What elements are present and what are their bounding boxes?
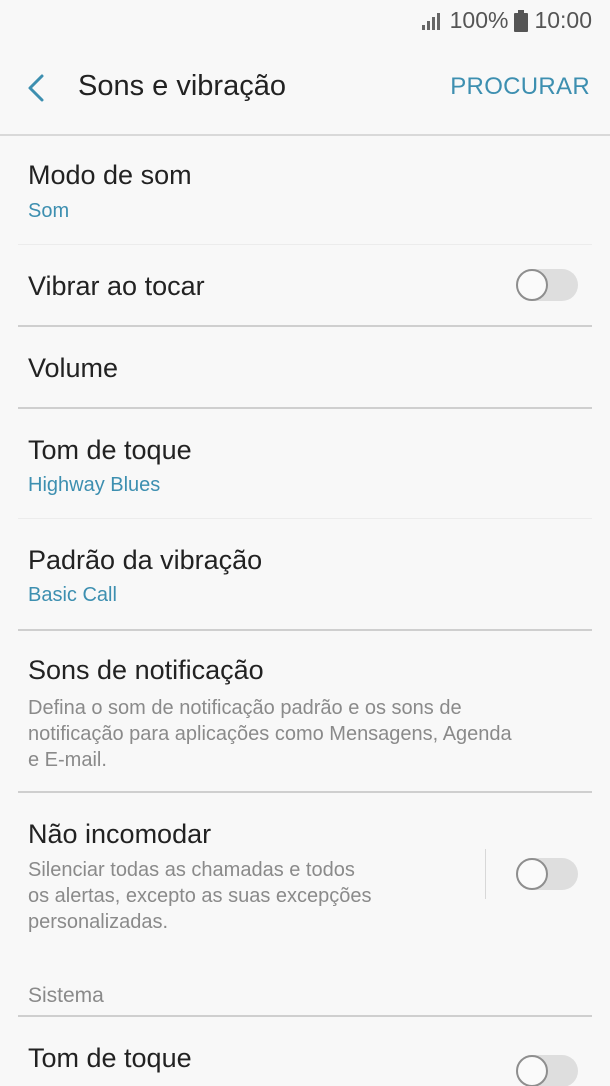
app-bar: Sons e vibração PROCURAR: [0, 40, 610, 136]
setting-title: Não incomodar: [28, 819, 212, 849]
setting-system-ringtone[interactable]: Tom de toque: [0, 1017, 610, 1086]
toggle-knob: [516, 269, 548, 301]
toggle-knob: [516, 858, 548, 890]
setting-notification-sounds[interactable]: Sons de notificação Defina o som de noti…: [0, 631, 610, 791]
setting-do-not-disturb[interactable]: Não incomodar Silenciar todas as chamada…: [0, 793, 610, 943]
status-bar: 100% 10:00: [0, 0, 610, 40]
setting-value: Som: [28, 200, 70, 222]
setting-description-line: Defina o som de notificação padrão e os …: [28, 697, 462, 719]
do-not-disturb-toggle[interactable]: [516, 858, 578, 890]
battery-icon: [514, 9, 529, 32]
setting-description-line: e E-mail.: [28, 749, 107, 771]
setting-title: Tom de toque: [28, 1043, 192, 1073]
search-button[interactable]: PROCURAR: [450, 73, 590, 101]
battery-percent: 100%: [449, 7, 509, 33]
section-header-system: Sistema: [28, 984, 104, 1007]
system-ringtone-toggle[interactable]: [516, 1055, 578, 1086]
setting-description-line: Silenciar todas as chamadas e todos: [28, 859, 355, 881]
setting-sound-mode[interactable]: Modo de som Som: [0, 136, 610, 244]
setting-description-line: os alertas, excepto as suas excepções: [28, 885, 372, 907]
setting-vibrate-on-ring[interactable]: Vibrar ao tocar: [0, 245, 610, 325]
setting-title: Sons de notificação: [28, 655, 264, 685]
vertical-separator: [485, 849, 486, 899]
page-title: Sons e vibração: [78, 70, 286, 102]
back-button[interactable]: [22, 70, 54, 106]
setting-title: Modo de som: [28, 160, 192, 190]
setting-title: Vibrar ao tocar: [28, 271, 205, 301]
setting-vibration-pattern[interactable]: Padrão da vibração Basic Call: [0, 519, 610, 629]
setting-title: Tom de toque: [28, 435, 192, 465]
setting-value: Basic Call: [28, 584, 117, 606]
setting-description-line: notificação para aplicações como Mensage…: [28, 723, 512, 745]
setting-volume[interactable]: Volume: [0, 327, 610, 407]
signal-icon: [420, 11, 444, 31]
status-indicators: 100% 10:00: [420, 7, 592, 34]
setting-ringtone[interactable]: Tom de toque Highway Blues: [0, 409, 610, 517]
setting-description-line: personalizadas.: [28, 911, 169, 933]
vibrate-on-ring-toggle[interactable]: [516, 269, 578, 301]
chevron-left-icon: [22, 74, 54, 110]
clock: 10:00: [534, 7, 592, 33]
setting-title: Padrão da vibração: [28, 545, 263, 575]
setting-title: Volume: [28, 353, 119, 383]
setting-value: Highway Blues: [28, 474, 161, 496]
toggle-knob: [516, 1055, 548, 1086]
